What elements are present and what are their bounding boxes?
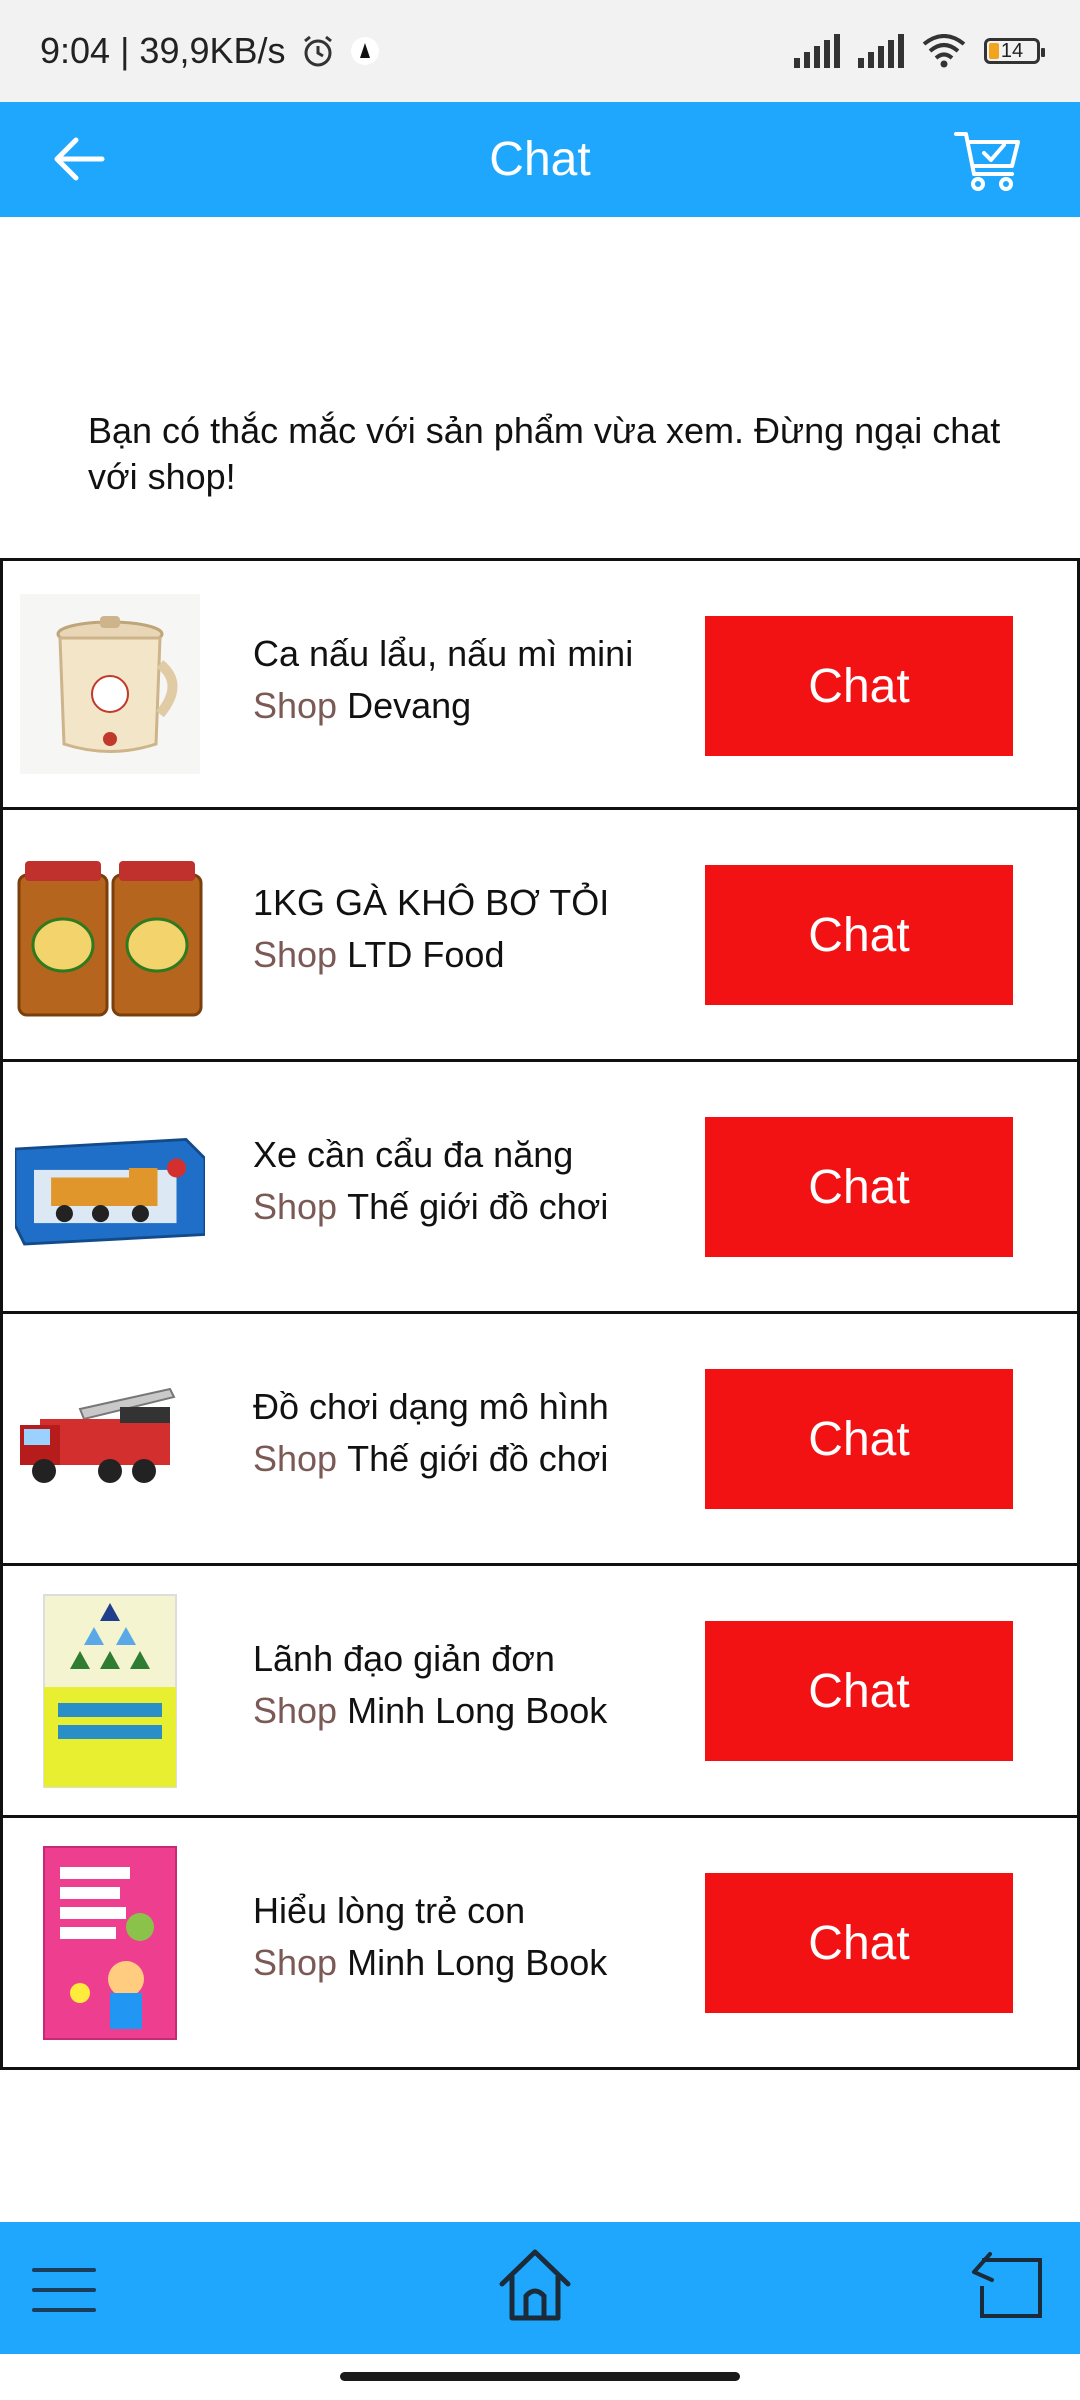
shop-label: Shop [253, 1438, 338, 1479]
shop-line: Shop Devang [253, 685, 673, 727]
shop-line: Shop Minh Long Book [253, 1690, 673, 1732]
product-name: Lãnh đạo giản đơn [253, 1638, 555, 1679]
shop-label: Shop [253, 1690, 338, 1731]
shop-name: Minh Long Book [347, 1942, 608, 1983]
shop-label: Shop [253, 934, 338, 975]
shop-label: Shop [253, 1942, 338, 1983]
shop-name: Devang [347, 685, 472, 726]
product-info: Lãnh đạo giản đơn Shop Minh Long Book [253, 1638, 673, 1732]
product-info: Ca nấu lẩu, nấu mì mini Shop Devang [253, 633, 673, 727]
product-info: Xe cần cẩu đa năng Shop Thế giới đồ chơi [253, 1134, 673, 1228]
bottom-navigation [0, 2222, 1080, 2354]
chat-button[interactable]: Chat [705, 1117, 1013, 1257]
shop-label: Shop [253, 1186, 338, 1227]
dried-chicken-jars-image [15, 845, 205, 1025]
status-right: 14 [794, 34, 1045, 68]
menu-icon[interactable] [32, 2262, 96, 2318]
product-info: 1KG GÀ KHÔ BƠ TỎI Shop LTD Food [253, 882, 673, 976]
chat-button[interactable]: Chat [705, 865, 1013, 1005]
product-chat-list: Ca nấu lẩu, nấu mì mini Shop Devang Chat … [0, 558, 1080, 2070]
cart-icon[interactable] [952, 124, 1024, 196]
shop-name: Thế giới đồ chơi [347, 1186, 609, 1227]
status-time-speed: 9:04 | 39,9KB/s [40, 30, 286, 71]
shop-line: Shop Thế giới đồ chơi [253, 1438, 673, 1480]
chat-button[interactable]: Chat [705, 1873, 1013, 2013]
battery-icon: 14 [984, 38, 1045, 64]
list-item: Đồ chơi dạng mô hình Shop Thế giới đồ chơ… [0, 1314, 1080, 1566]
product-name: Ca nấu lẩu, nấu mì mini [253, 633, 634, 674]
product-info: Đồ chơi dạng mô hình Shop Thế giới đồ chơ… [253, 1386, 673, 1480]
shop-name: LTD Food [347, 934, 505, 975]
shop-name: Minh Long Book [347, 1690, 608, 1731]
page-title: Chat [489, 133, 591, 186]
product-info: Hiểu lòng trẻ con Shop Minh Long Book [253, 1890, 673, 1984]
shop-label: Shop [253, 685, 338, 726]
notification-app-icon [350, 37, 379, 65]
gesture-bar[interactable] [340, 2372, 740, 2381]
back-arrow-icon[interactable] [48, 128, 110, 190]
intro-text: Bạn có thắc mắc với sản phẩm vừa xem. Đừ… [88, 410, 1001, 497]
list-item: Lãnh đạo giản đơn Shop Minh Long Book Cha… [0, 1566, 1080, 1818]
list-item: Hiểu lòng trẻ con Shop Minh Long Book Cha… [0, 1818, 1080, 2070]
shop-line: Shop Minh Long Book [253, 1942, 673, 1984]
product-name: Xe cần cẩu đa năng [253, 1134, 574, 1175]
shop-name: Thế giới đồ chơi [347, 1438, 609, 1479]
home-icon[interactable] [496, 2246, 574, 2324]
wifi-icon [922, 34, 966, 68]
battery-level: 14 [1000, 39, 1024, 62]
product-name: Hiểu lòng trẻ con [253, 1890, 526, 1931]
list-item: 1KG GÀ KHÔ BƠ TỎI Shop LTD Food Chat [0, 810, 1080, 1062]
shop-line: Shop Thế giới đồ chơi [253, 1186, 673, 1228]
signal-icon-2 [858, 34, 904, 68]
list-item: Xe cần cẩu đa năng Shop Thế giới đồ chơi … [0, 1062, 1080, 1314]
alarm-icon [303, 35, 332, 67]
status-left: 9:04 | 39,9KB/s [40, 30, 380, 72]
product-name: 1KG GÀ KHÔ BƠ TỎI [253, 882, 610, 923]
chat-button[interactable]: Chat [705, 1621, 1013, 1761]
kettle-product-image [15, 594, 205, 774]
status-bar: 9:04 | 39,9KB/s 14 [0, 0, 1080, 102]
chat-button[interactable]: Chat [705, 616, 1013, 756]
product-name: Đồ chơi dạng mô hình [253, 1386, 609, 1427]
list-item: Ca nấu lẩu, nấu mì mini Shop Devang Chat [0, 558, 1080, 810]
chat-button[interactable]: Chat [705, 1369, 1013, 1509]
fire-truck-model-image [15, 1349, 205, 1529]
crane-truck-toy-image [15, 1097, 205, 1277]
back-nav-icon[interactable] [970, 2246, 1046, 2322]
book-cover-leadership-image [15, 1593, 205, 1788]
app-header: Chat [0, 102, 1080, 217]
book-cover-children-image [15, 1845, 205, 2040]
signal-icon [794, 34, 840, 68]
shop-line: Shop LTD Food [253, 934, 673, 976]
